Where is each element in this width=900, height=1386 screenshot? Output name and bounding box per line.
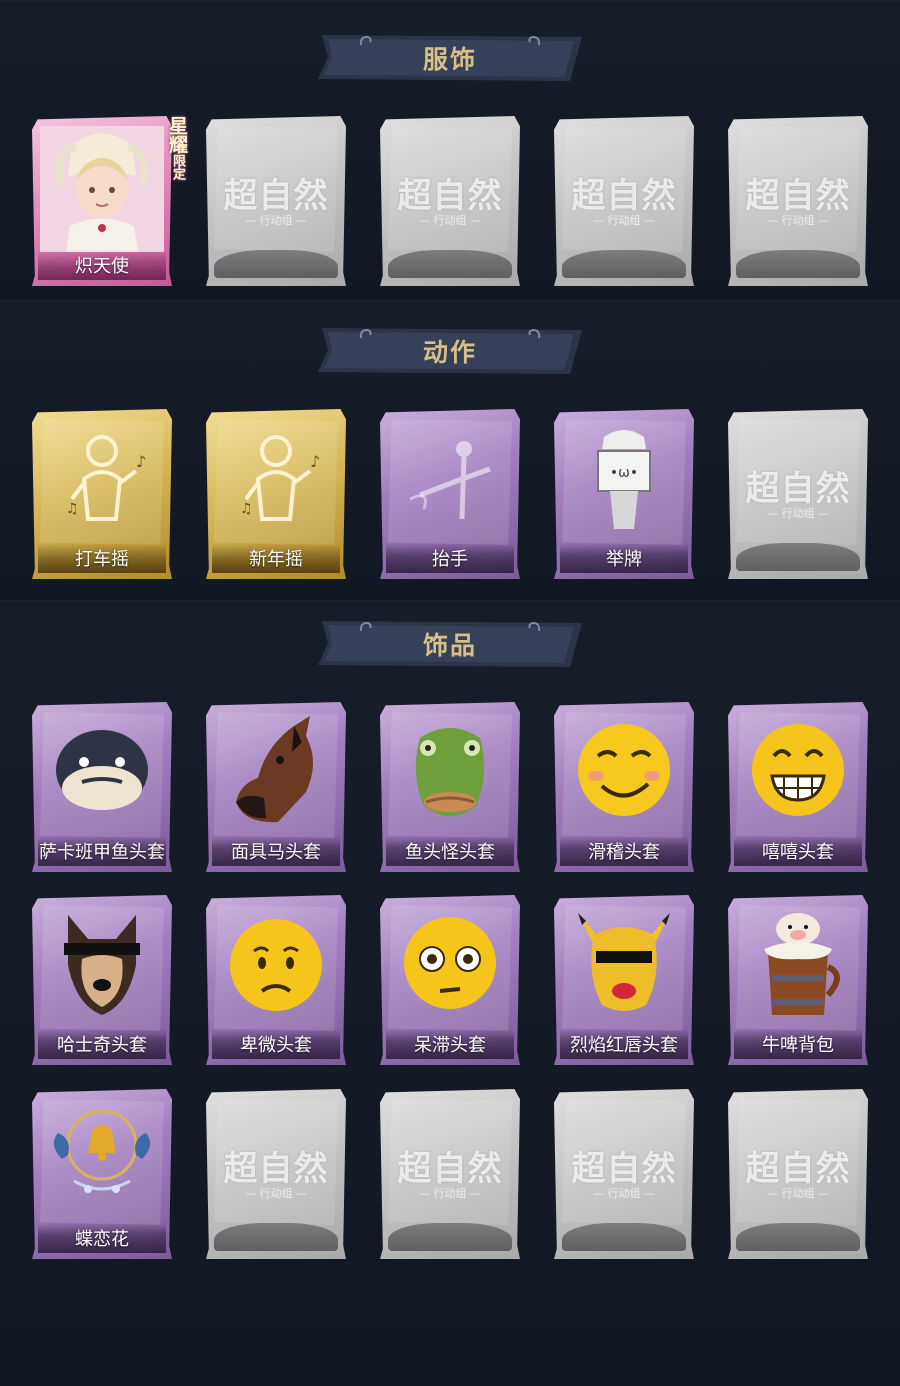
section-title-accessory: 饰品 [422, 631, 477, 660]
grin-emoji-icon [752, 724, 844, 816]
section-header-action: 动作 [318, 326, 582, 376]
item-label: 打车摇 [75, 549, 129, 570]
horse-head-icon [236, 716, 313, 823]
item-label: 炽天使 [75, 256, 129, 277]
item-card[interactable]: 鱼头怪头套 [380, 702, 520, 872]
smirk-emoji-icon [578, 724, 670, 816]
placeholder-base [736, 543, 860, 571]
item-card[interactable]: 滑稽头套 [554, 702, 694, 872]
item-card[interactable]: 卑微头套 [206, 895, 346, 1065]
raise-hand-icon [409, 441, 491, 520]
locked-item-card[interactable]: 超自然 — 行动组 — [206, 1089, 346, 1259]
locked-item-card[interactable]: 超自然 — 行动组 — [728, 409, 868, 579]
dance-figure-icon: ♪ ♫ [66, 435, 146, 521]
placeholder-logo-subtitle: — 行动组 — [593, 1187, 655, 1200]
section-header-accessory: 饰品 [318, 619, 582, 669]
svg-text:♪: ♪ [136, 452, 146, 471]
svg-text:♪: ♪ [310, 452, 320, 471]
item-label: 嘻嘻头套 [762, 842, 834, 863]
placeholder-logo-text: 超自然 [223, 176, 329, 216]
limited-badge: 星耀限定 [146, 116, 188, 216]
item-label: 卑微头套 [240, 1035, 312, 1056]
placeholder-base [736, 1223, 860, 1251]
item-card[interactable]: 呆滞头套 [380, 895, 520, 1065]
item-label: 抬手 [432, 549, 468, 570]
placeholder-base [388, 1223, 512, 1251]
item-label: 萨卡班甲鱼头套 [39, 842, 165, 863]
item-card[interactable]: 面具马头套 [206, 702, 346, 872]
item-label: 面具马头套 [231, 842, 321, 863]
placeholder-logo-text: 超自然 [571, 1149, 677, 1189]
bell-ornament-icon [53, 1109, 151, 1193]
placeholder-logo-subtitle: — 行动组 — [767, 1187, 829, 1200]
placeholder-logo-text: 超自然 [397, 1149, 503, 1189]
fishman-head-icon [415, 728, 485, 816]
item-card[interactable]: 哈士奇头套 [32, 895, 172, 1065]
badge-sub-text: 限定 [170, 154, 185, 180]
placeholder-logo-text: 超自然 [571, 176, 677, 216]
item-card[interactable]: ♪ ♫ 新年摇 [206, 409, 346, 579]
item-label: 蝶恋花 [75, 1229, 129, 1250]
placeholder-logo-text: 超自然 [745, 1149, 851, 1189]
placeholder-logo-subtitle: — 行动组 — [419, 214, 481, 227]
placeholder-base [214, 250, 338, 278]
hold-sign-icon: •ω• [597, 430, 651, 529]
locked-item-card[interactable]: 超自然 — 行动组 — [380, 1089, 520, 1259]
locked-item-card[interactable]: 超自然 — 行动组 — [728, 116, 868, 286]
placeholder-logo-text: 超自然 [745, 176, 851, 216]
svg-text:♫: ♫ [66, 501, 79, 517]
item-card[interactable]: 炽天使 星耀限定 [32, 116, 188, 286]
item-card[interactable]: 嘻嘻头套 [728, 702, 868, 872]
item-card[interactable]: 烈焰红唇头套 [554, 895, 694, 1065]
cow-beer-icon [764, 913, 840, 1015]
item-card[interactable]: 牛啤背包 [728, 895, 868, 1065]
item-label: 哈士奇头套 [57, 1035, 147, 1056]
item-label: 鱼头怪头套 [405, 842, 495, 863]
placeholder-logo-subtitle: — 行动组 — [245, 214, 307, 227]
husky-head-icon [64, 915, 140, 1015]
placeholder-logo-text: 超自然 [397, 176, 503, 216]
placeholder-logo-text: 超自然 [745, 469, 851, 509]
stunned-emoji-icon [404, 917, 496, 1009]
item-card[interactable]: 蝶恋花 [32, 1089, 172, 1259]
placeholder-logo-subtitle: — 行动组 — [245, 1187, 307, 1200]
locked-item-card[interactable]: 超自然 — 行动组 — [554, 1089, 694, 1259]
locked-item-card[interactable]: 超自然 — 行动组 — [554, 116, 694, 286]
placeholder-logo-subtitle: — 行动组 — [419, 1187, 481, 1200]
svg-text:•ω•: •ω• [610, 465, 638, 481]
section-title-action: 动作 [422, 338, 477, 367]
placeholder-logo-text: 超自然 [223, 1149, 329, 1189]
item-card[interactable]: 抬手 [380, 409, 520, 579]
item-card[interactable]: 萨卡班甲鱼头套 [32, 702, 172, 872]
placeholder-base [736, 250, 860, 278]
placeholder-base [562, 1223, 686, 1251]
svg-text:♫: ♫ [240, 501, 253, 517]
item-label: 呆滞头套 [414, 1035, 486, 1056]
item-label: 烈焰红唇头套 [570, 1035, 678, 1056]
pikachu-head-icon [578, 913, 670, 1011]
placeholder-logo-subtitle: — 行动组 — [767, 507, 829, 520]
section-title-costume: 服饰 [422, 45, 477, 74]
item-label: 新年摇 [249, 549, 303, 570]
locked-item-card[interactable]: 超自然 — 行动组 — [380, 116, 520, 286]
placeholder-base [214, 1223, 338, 1251]
placeholder-base [388, 250, 512, 278]
humble-emoji-icon [230, 919, 322, 1011]
item-label: 滑稽头套 [588, 842, 660, 863]
placeholder-logo-subtitle: — 行动组 — [593, 214, 655, 227]
item-card[interactable]: •ω• 举牌 [554, 409, 694, 579]
placeholder-logo-subtitle: — 行动组 — [767, 214, 829, 227]
locked-item-card[interactable]: 超自然 — 行动组 — [206, 116, 346, 286]
placeholder-base [562, 250, 686, 278]
badge-main-text: 星耀 [166, 116, 188, 154]
section-header-costume: 服饰 [318, 33, 582, 83]
dance-figure-icon: ♪ ♫ [240, 435, 320, 521]
item-card[interactable]: ♪ ♫ 打车摇 [32, 409, 172, 579]
locked-item-card[interactable]: 超自然 — 行动组 — [728, 1089, 868, 1259]
item-label: 举牌 [606, 549, 642, 570]
item-label: 牛啤背包 [762, 1035, 834, 1056]
fish-head-icon [56, 730, 148, 810]
